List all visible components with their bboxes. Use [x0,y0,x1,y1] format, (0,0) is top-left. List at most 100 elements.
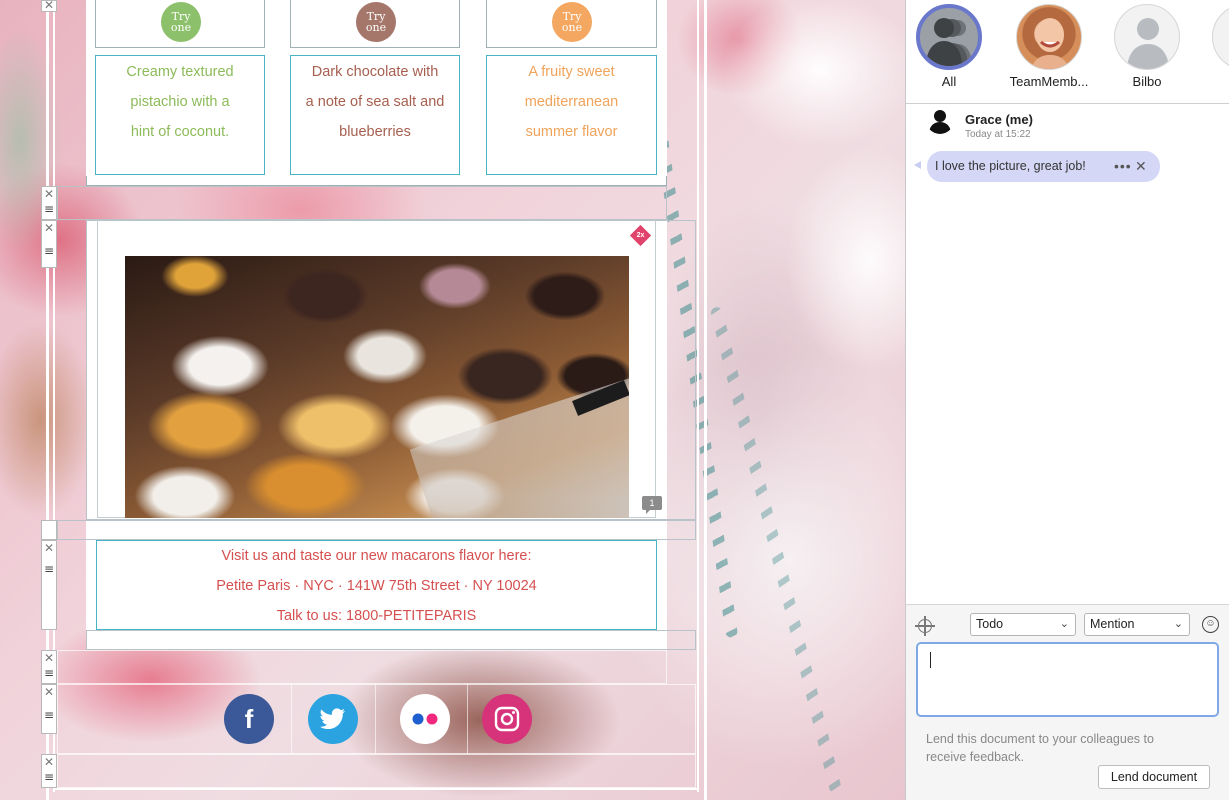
comment-composer: Todo ⌄ Mention ⌄ ☺ Lend this document to… [906,604,1229,800]
close-block-icon[interactable]: ✕ [42,0,56,11]
crosshair-target-icon[interactable] [915,616,935,636]
avatar-label: All [941,74,957,89]
user-avatar-icon [926,106,954,134]
document-frame-bottom [53,788,699,790]
spacer-block[interactable] [57,186,667,220]
close-block-icon[interactable]: ✕ [42,755,56,769]
facebook-icon[interactable]: f [224,694,274,744]
drag-handle-icon[interactable]: ≡ [42,201,56,217]
description-line: a note of sea salt and [305,94,445,110]
try-one-label: Try one [365,10,387,34]
description-line: mediterranean [524,94,619,110]
comment-bubble[interactable]: I love the picture, great job! ••• ✕ [927,151,1160,182]
flickr-dots-icon [412,713,438,725]
twitter-icon[interactable] [308,694,358,744]
block-controls: ✕ [41,0,57,12]
face-photo-icon [1031,18,1069,69]
default-avatar-icon [1212,4,1229,70]
type-select[interactable]: Todo ⌄ [970,613,1076,636]
group-silhouette-icon [926,18,972,66]
message-timestamp: Today at 15:22 [965,129,1031,140]
avatar-label: TeamMemb... [1009,74,1089,89]
badge-label: 2x [636,232,645,239]
comment-input[interactable] [916,642,1219,717]
description-line: A fruity sweet [528,64,615,80]
drag-handle-icon[interactable]: ≡ [42,561,56,577]
try-one-button-fruity[interactable]: Try one [552,2,592,42]
type-select-value: Todo [976,617,1004,631]
chevron-down-icon: ⌄ [1059,618,1069,630]
emoji-icon[interactable]: ☺ [1202,616,1219,633]
retina-2x-badge[interactable]: 2x [629,224,652,247]
contact-section-outline [86,630,696,650]
comment-count-label: 1 [649,498,655,508]
chevron-down-icon: ⌄ [1173,618,1183,630]
team-avatar-strip: All TeamMemb... Bilbo [906,0,1229,104]
block-controls [41,520,57,540]
avatar-teammember[interactable]: TeamMemb... [1006,0,1098,103]
block-controls: ✕ ≡ [41,540,57,630]
try-one-button-chocolate[interactable]: Try one [356,2,396,42]
instagram-camera-icon [494,706,520,732]
close-block-icon[interactable]: ✕ [42,541,56,555]
social-cell: f [200,684,292,754]
donuts-photo[interactable] [125,256,629,518]
description-line: hint of coconut. [130,124,230,140]
default-avatar-icon [1114,4,1180,70]
delete-comment-icon[interactable]: ✕ [1135,151,1147,182]
comment-count-icon[interactable]: 1 [642,496,662,514]
social-cell [284,684,376,754]
block-controls: ✕ ≡ [41,684,57,734]
facebook-glyph: f [244,703,254,734]
avatar-label: Bilbo [1132,74,1162,89]
message-author: Grace (me) [965,112,1033,127]
description-line: pistachio with a [130,94,230,110]
description-line: Dark chocolate with [311,64,439,80]
flavor-description-chocolate: Dark chocolate with a note of sea salt a… [290,57,460,147]
block-controls: ✕ ≡ [41,754,57,788]
description-line: summer flavor [525,124,618,140]
more-options-icon[interactable]: ••• [1114,151,1132,182]
lend-document-button[interactable]: Lend document [1098,765,1210,789]
contact-line-phone: Talk to us: 1800-PETITEPARIS [276,608,477,624]
avatar-all[interactable]: All [906,0,998,103]
mention-select-value: Mention [1090,617,1135,631]
footer-block[interactable] [57,754,696,788]
try-one-label: Try one [170,10,192,34]
drag-handle-icon[interactable]: ≡ [42,707,56,723]
social-cell [376,684,468,754]
group-avatar-icon [916,4,982,70]
block-controls: ✕ ≡ [41,650,57,684]
comment-text: I love the picture, great job! [935,159,1086,173]
drag-handle-icon[interactable]: ≡ [42,665,56,681]
contact-line-address: Petite Paris · NYC · 141W 75th Street · … [216,578,537,594]
description-line: blueberries [339,124,411,140]
close-block-icon[interactable]: ✕ [42,685,56,699]
person-silhouette-icon [1127,18,1169,69]
document-frame-right-inner [697,0,699,792]
close-block-icon[interactable]: ✕ [42,221,56,235]
avatar-bilbo[interactable]: Bilbo [1104,0,1196,103]
try-one-label: Try one [561,10,583,34]
social-icons-row: f [200,684,560,754]
social-cell [458,684,550,754]
spacer-block[interactable] [57,650,667,684]
twitter-bird-icon [320,708,345,730]
text-caret [930,652,931,668]
flickr-icon[interactable] [400,694,450,744]
instagram-icon[interactable] [482,694,532,744]
try-one-button-pistachio[interactable]: Try one [161,2,201,42]
avatar-next[interactable] [1202,0,1229,103]
close-block-icon[interactable]: ✕ [42,651,56,665]
person-silhouette-icon [929,110,951,134]
spacer-block-outline [57,520,696,540]
drag-handle-icon[interactable]: ≡ [42,769,56,785]
mention-select[interactable]: Mention ⌄ [1084,613,1190,636]
drag-handle-icon[interactable]: ≡ [42,243,56,259]
flavor-section-outline [86,176,667,186]
close-block-icon[interactable]: ✕ [42,187,56,201]
description-line: Creamy textured [126,64,234,80]
user-photo-avatar [1016,4,1082,70]
email-canvas: Try one Try one Try one Creamy textured pis… [0,0,905,800]
bubble-pointer-icon [914,161,921,169]
